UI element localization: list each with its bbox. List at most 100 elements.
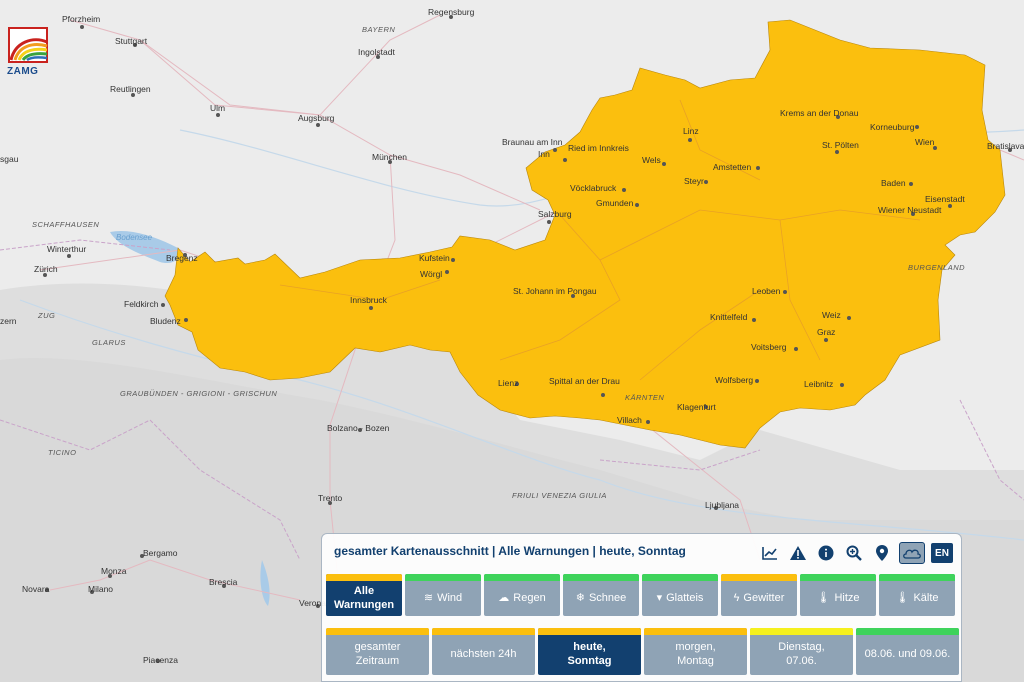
svg-text:Salzburg: Salzburg (538, 209, 572, 219)
region-label: ZUG (37, 311, 55, 320)
period-button-0809[interactable]: 08.06. und 09.06. (856, 628, 959, 675)
svg-text:Bergamo: Bergamo (143, 548, 178, 558)
panel-title: gesamter Kartenausschnitt | Alle Warnung… (334, 544, 686, 558)
svg-text:Winterthur: Winterthur (47, 244, 86, 254)
period-row: gesamter Zeitraum nächsten 24h heute, So… (326, 628, 959, 675)
logo-text: ZAMG (7, 66, 39, 77)
svg-text:Brescia: Brescia (209, 577, 238, 587)
svg-text:Villach: Villach (617, 415, 642, 425)
svg-text:Braunau am Inn: Braunau am Inn (502, 137, 563, 147)
region-label: BURGENLAND (908, 263, 965, 272)
svg-text:Wolfsberg: Wolfsberg (715, 375, 753, 385)
svg-text:Reutlingen: Reutlingen (110, 84, 151, 94)
svg-text:Augsburg: Augsburg (298, 113, 335, 123)
toolbar: EN (759, 542, 953, 564)
category-row: Alle Warnungen ≋ Wind ☁ Regen ❄ Schnee ▾ Gla… (326, 574, 955, 616)
region-label: FRIULI VENEZIA GIULIA (512, 491, 607, 500)
category-button-hitze[interactable]: 🌡 Hitze (800, 574, 876, 616)
lightning-icon: ϟ (733, 591, 740, 604)
svg-text:sgau: sgau (0, 154, 19, 164)
language-toggle-button[interactable]: EN (931, 543, 953, 563)
warning-icon[interactable] (787, 543, 809, 563)
svg-text:Baden: Baden (881, 178, 906, 188)
svg-text:Bratislava: Bratislava (987, 141, 1024, 151)
svg-text:Vöcklabruck: Vöcklabruck (570, 183, 617, 193)
category-button-schnee[interactable]: ❄ Schnee (563, 574, 639, 616)
svg-text:Gmunden: Gmunden (596, 198, 634, 208)
svg-text:Wörgl: Wörgl (420, 269, 442, 279)
rain-icon: ☁ (498, 591, 510, 604)
region-label: GLARUS (92, 338, 126, 347)
wind-icon: ≋ (423, 591, 434, 604)
svg-text:zern: zern (0, 316, 17, 326)
svg-text:Feldkirch: Feldkirch (124, 299, 159, 309)
thermometer-hot-icon: 🌡 (816, 591, 831, 604)
info-icon[interactable] (815, 543, 837, 563)
chart-icon[interactable] (759, 543, 781, 563)
period-button-gesamt[interactable]: gesamter Zeitraum (326, 628, 429, 675)
category-button-kaelte[interactable]: 🌡 Kälte (879, 574, 955, 616)
svg-text:Zürich: Zürich (34, 264, 58, 274)
region-label: GRAUBÜNDEN - GRIGIONI - GRISCHUN (120, 389, 277, 398)
category-button-wind[interactable]: ≋ Wind (405, 574, 481, 616)
svg-text:Piacenza: Piacenza (143, 655, 178, 665)
region-label: KÄRNTEN (625, 393, 664, 402)
period-button-heute[interactable]: heute, Sonntag (538, 628, 641, 675)
svg-text:Novara: Novara (22, 584, 50, 594)
svg-text:St. Johann im Pongau: St. Johann im Pongau (513, 286, 597, 296)
svg-text:St. Pölten: St. Pölten (822, 140, 859, 150)
svg-text:Milano: Milano (88, 584, 113, 594)
thermometer-cold-icon: 🌡 (895, 591, 910, 604)
svg-text:Amstetten: Amstetten (713, 162, 752, 172)
svg-text:Kufstein: Kufstein (419, 253, 450, 263)
category-button-regen[interactable]: ☁ Regen (484, 574, 560, 616)
lake-label: Bodensee (116, 233, 153, 242)
svg-text:Bolzano - Bozen: Bolzano - Bozen (327, 423, 390, 433)
region-label: SCHAFFHAUSEN (32, 220, 99, 229)
snowflake-icon: ❄ (575, 591, 585, 604)
svg-text:Weiz: Weiz (822, 310, 841, 320)
period-button-24h[interactable]: nächsten 24h (432, 628, 535, 675)
svg-text:Krems an der Donau: Krems an der Donau (780, 108, 859, 118)
svg-text:Stuttgart: Stuttgart (115, 36, 148, 46)
svg-text:Regensburg: Regensburg (428, 7, 475, 17)
region-label: TICINO (48, 448, 76, 457)
svg-text:Bregenz: Bregenz (166, 253, 198, 263)
svg-text:Knittelfeld: Knittelfeld (710, 312, 748, 322)
svg-text:Graz: Graz (817, 327, 835, 337)
svg-text:Ried im Innkreis: Ried im Innkreis (568, 143, 629, 153)
svg-text:Steyr: Steyr (684, 176, 704, 186)
region-label: BAYERN (362, 25, 395, 34)
svg-text:Eisenstadt: Eisenstadt (925, 194, 965, 204)
svg-text:München: München (372, 152, 407, 162)
svg-text:Monza: Monza (101, 566, 127, 576)
svg-text:Ljubljana: Ljubljana (705, 500, 739, 510)
svg-text:Wien: Wien (915, 137, 935, 147)
period-button-dienstag[interactable]: Dienstag, 07.06. (750, 628, 853, 675)
svg-text:Wels: Wels (642, 155, 661, 165)
warning-control-panel: gesamter Kartenausschnitt | Alle Warnung… (321, 533, 962, 682)
svg-text:Spittal an der Drau: Spittal an der Drau (549, 376, 620, 386)
period-button-morgen[interactable]: morgen, Montag (644, 628, 747, 675)
category-button-glatteis[interactable]: ▾ Glatteis (642, 574, 718, 616)
svg-text:Leibnitz: Leibnitz (804, 379, 833, 389)
svg-text:Innsbruck: Innsbruck (350, 295, 388, 305)
icicle-icon: ▾ (656, 591, 663, 604)
svg-text:Wiener Neustadt: Wiener Neustadt (878, 205, 942, 215)
category-button-gewitter[interactable]: ϟ Gewitter (721, 574, 797, 616)
svg-text:Leoben: Leoben (752, 286, 781, 296)
svg-text:Lienz: Lienz (498, 378, 518, 388)
category-button-alle[interactable]: Alle Warnungen (326, 574, 402, 616)
svg-text:Linz: Linz (683, 126, 699, 136)
location-pin-icon[interactable] (871, 543, 893, 563)
svg-text:Korneuburg: Korneuburg (870, 122, 915, 132)
cloud-icon[interactable] (899, 542, 925, 564)
svg-text:Pforzheim: Pforzheim (62, 14, 100, 24)
svg-text:Trento: Trento (318, 493, 343, 503)
svg-text:Inn: Inn (538, 149, 550, 159)
svg-text:Voitsberg: Voitsberg (751, 342, 787, 352)
svg-text:Ingolstadt: Ingolstadt (358, 47, 395, 57)
svg-text:Klagenfurt: Klagenfurt (677, 402, 716, 412)
svg-text:Ulm: Ulm (210, 103, 225, 113)
zoom-icon[interactable] (843, 543, 865, 563)
